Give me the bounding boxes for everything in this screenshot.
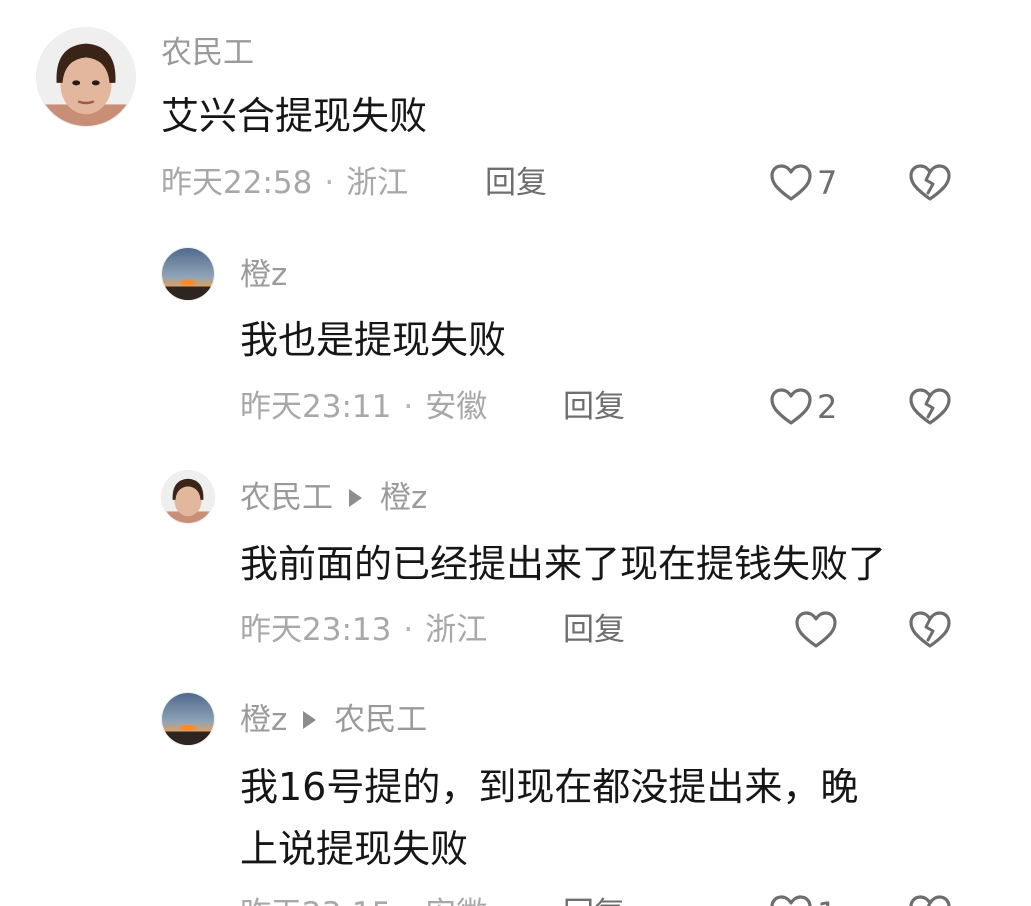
- comment-item: 橙z 我也是提现失败 昨天23:11 · 安徽 回复 2: [0, 230, 1031, 455]
- comment-username[interactable]: 农民工: [161, 33, 254, 73]
- username-text[interactable]: 橙z: [240, 255, 287, 295]
- meta-separator: ·: [403, 896, 413, 906]
- broken-heart-icon: [909, 611, 951, 648]
- broken-heart-icon: [909, 164, 951, 201]
- broken-heart-icon: [909, 388, 951, 425]
- reply-to-username[interactable]: 橙z: [380, 478, 427, 518]
- comment-username[interactable]: 橙z: [240, 255, 287, 295]
- comment-item: 农民工 橙z 我前面的已经提出来了现在提钱失败了 昨天23:13 · 浙江 回复: [0, 455, 1031, 680]
- avatar-sunset-image: [162, 693, 214, 745]
- comment-text: 我前面的已经提出来了现在提钱失败了: [240, 542, 887, 586]
- dislike-button[interactable]: [908, 163, 952, 203]
- meta-separator: ·: [324, 165, 335, 201]
- username-text[interactable]: 橙z: [240, 700, 287, 740]
- comment-region: 安徽: [425, 896, 487, 906]
- like-count: 7: [817, 164, 838, 202]
- meta-separator: ·: [403, 389, 414, 425]
- heart-outline-icon: [770, 388, 812, 425]
- like-button[interactable]: 2: [769, 387, 839, 427]
- comment-meta: 昨天23:11 · 安徽: [240, 387, 487, 427]
- avatar[interactable]: [36, 27, 136, 127]
- reply-button[interactable]: 回复: [563, 894, 625, 906]
- heart-outline-icon: [795, 611, 837, 648]
- like-count: 2: [817, 388, 838, 426]
- avatar-woman-image: [162, 471, 214, 523]
- dislike-button[interactable]: [908, 387, 952, 427]
- comment-text: 我也是提现失败: [240, 318, 507, 362]
- comment-username: 农民工 橙z: [240, 478, 427, 518]
- comment-time: 昨天22:58: [161, 165, 313, 201]
- comment-meta: 昨天22:58 · 浙江: [161, 163, 408, 203]
- heart-outline-icon: [770, 895, 812, 906]
- like-button[interactable]: [794, 610, 838, 650]
- heart-outline-icon: [770, 164, 812, 201]
- dislike-button[interactable]: [908, 610, 952, 650]
- comment-text-line: 上说提现失败: [240, 827, 469, 871]
- comment-time: 昨天23:13: [240, 612, 392, 648]
- reply-to-username[interactable]: 农民工: [334, 700, 427, 740]
- avatar[interactable]: [161, 470, 215, 524]
- like-button[interactable]: 1: [769, 894, 839, 906]
- reply-arrow-icon: [349, 489, 362, 507]
- comment-region: 浙江: [346, 165, 409, 201]
- comment-username: 橙z 农民工: [240, 700, 427, 740]
- reply-button[interactable]: 回复: [485, 163, 547, 203]
- comment-region: 浙江: [425, 612, 488, 648]
- avatar[interactable]: [161, 692, 215, 746]
- comment-region: 安徽: [425, 389, 488, 425]
- like-button[interactable]: 7: [769, 163, 839, 203]
- reply-button[interactable]: 回复: [563, 610, 625, 650]
- reply-button[interactable]: 回复: [563, 387, 625, 427]
- comment-meta: 昨天23:15 · 安徽: [240, 894, 487, 906]
- broken-heart-icon: [909, 895, 951, 906]
- comment-text-line: 我16号提的，到现在都没提出来，晚: [240, 765, 859, 809]
- avatar-woman-image: [37, 28, 135, 126]
- username-text[interactable]: 农民工: [161, 33, 254, 73]
- avatar-sunset-image: [162, 248, 214, 300]
- dislike-button[interactable]: [908, 894, 952, 906]
- avatar[interactable]: [161, 247, 215, 301]
- comment-item: 橙z 农民工 我16号提的，到现在都没提出来，晚 上说提现失败 昨天23:15 · 安…: [0, 680, 1031, 906]
- comment-item: 农民工 艾兴合提现失败 昨天22:58 · 浙江 回复 7: [0, 0, 1031, 230]
- meta-separator: ·: [403, 612, 414, 648]
- comment-text: 艾兴合提现失败: [161, 94, 428, 138]
- comment-meta: 昨天23:13 · 浙江: [240, 610, 487, 650]
- like-count: 1: [817, 894, 839, 906]
- comment-time: 昨天23:11: [240, 389, 392, 425]
- comment-time: 昨天23:15: [240, 896, 391, 906]
- comment-thread: 农民工 艾兴合提现失败 昨天22:58 · 浙江 回复 7 橙z 我也是提现失败…: [0, 0, 1031, 906]
- reply-arrow-icon: [303, 711, 317, 729]
- username-text[interactable]: 农民工: [240, 478, 333, 518]
